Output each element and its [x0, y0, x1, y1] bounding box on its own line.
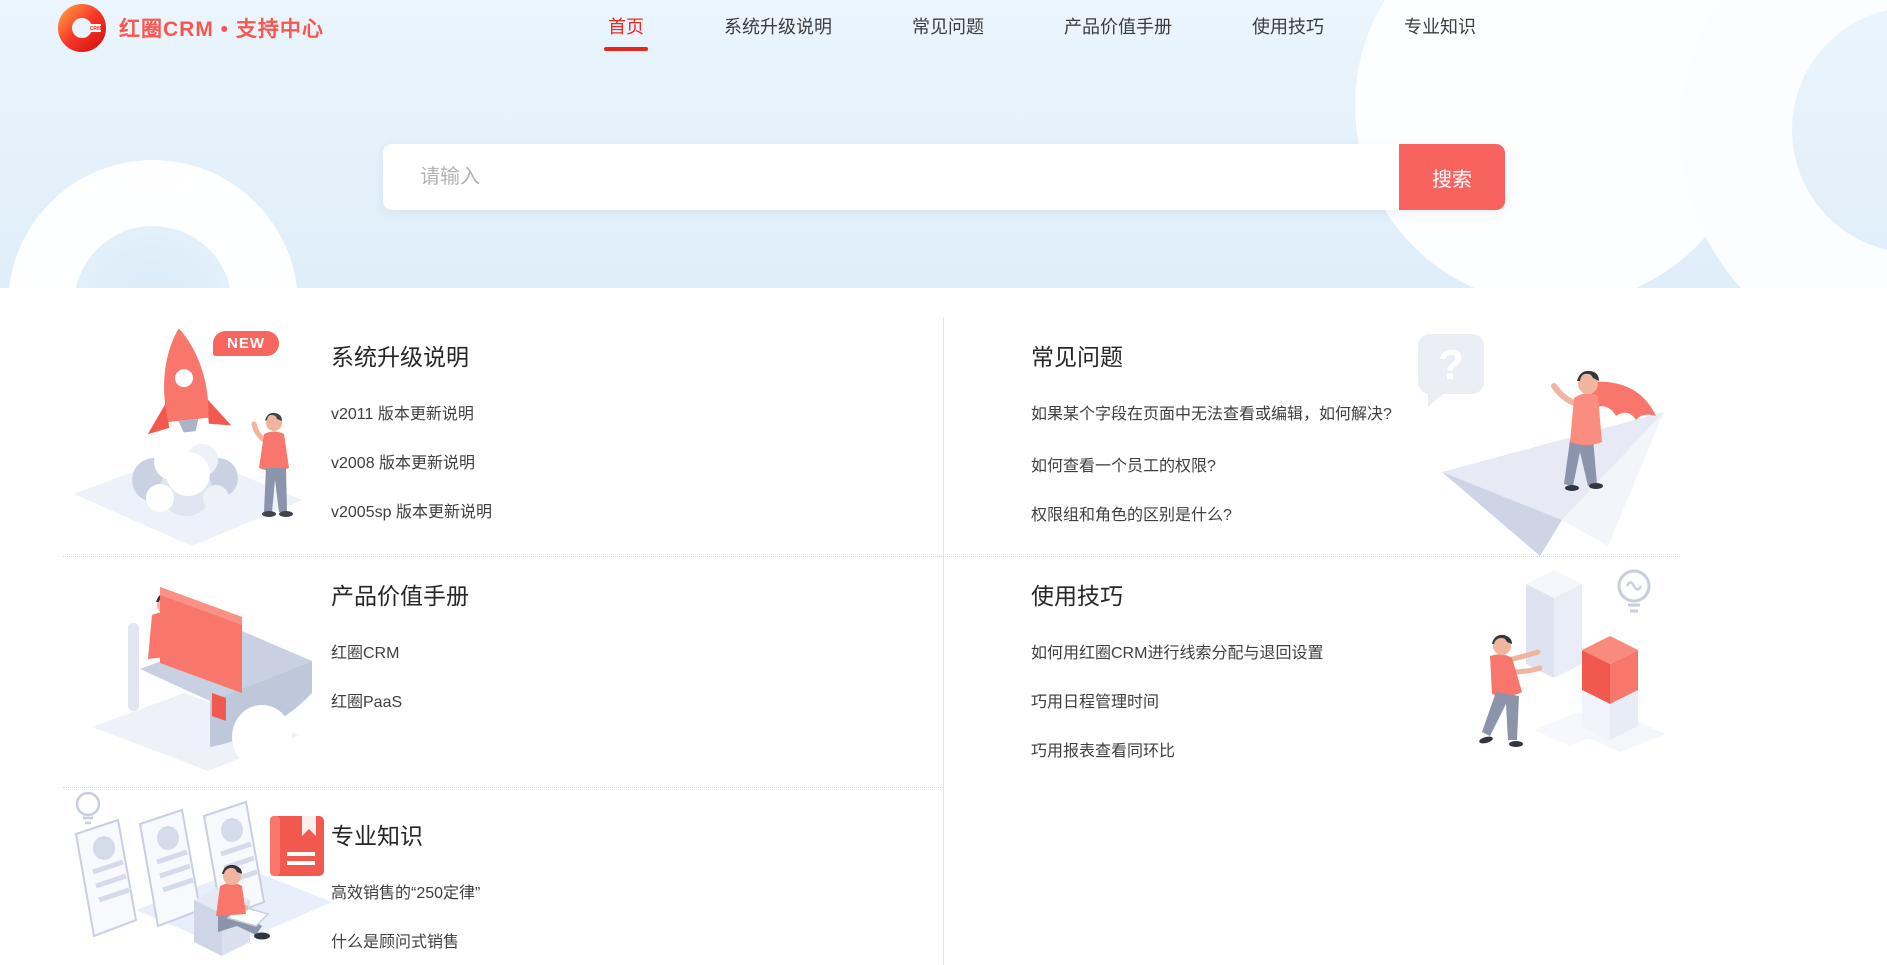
article-link[interactable]: v2011 版本更新说明	[331, 404, 871, 426]
row-divider	[63, 787, 943, 788]
svg-text:?: ?	[1438, 341, 1464, 388]
article-link[interactable]: 红圈PaaS	[331, 692, 871, 714]
section-title: 专业知识	[331, 820, 871, 852]
article-link[interactable]: 权限组和角色的区别是什么?	[1031, 505, 1423, 527]
section-title: 系统升级说明	[331, 341, 871, 373]
red-ring-logo-icon: CRM	[57, 3, 107, 53]
nav-item-system-upgrade[interactable]: 系统升级说明	[724, 0, 832, 56]
main-nav: 首页 系统升级说明 常见问题 产品价值手册 使用技巧 专业知识	[608, 0, 1476, 56]
section-faq: 常见问题 如果某个字段在页面中无法查看或编辑，如何解决? 如何查看一个员工的权限…	[1031, 341, 1423, 554]
article-link[interactable]: 红圈CRM	[331, 643, 871, 665]
rocket-launch-illustration	[68, 322, 312, 548]
support-center-page: CRM 红圈CRM • 支持中心 首页 系统升级说明 常见问题 产品价值手册 使…	[0, 0, 1887, 965]
svg-text:CRM: CRM	[90, 26, 101, 32]
nav-item-knowledge[interactable]: 专业知识	[1404, 0, 1476, 56]
article-link[interactable]: 高效销售的“250定律”	[331, 883, 871, 905]
section-title: 常见问题	[1031, 341, 1423, 373]
search-input[interactable]	[383, 144, 1399, 210]
paper-plane-hero-illustration: ?	[1412, 320, 1670, 558]
decorative-ring	[8, 160, 298, 288]
section-product-value: 产品价值手册 红圈CRM 红圈PaaS	[331, 580, 871, 741]
section-knowledge: 专业知识 高效销售的“250定律” 什么是顾问式销售	[331, 820, 871, 965]
nav-item-faq[interactable]: 常见问题	[912, 0, 984, 56]
article-link[interactable]: 什么是顾问式销售	[331, 932, 871, 954]
nav-item-product-value[interactable]: 产品价值手册	[1064, 0, 1172, 56]
article-link[interactable]: 如果某个字段在页面中无法查看或编辑，如何解决?	[1031, 404, 1423, 426]
hero-banner: CRM 红圈CRM • 支持中心 首页 系统升级说明 常见问题 产品价值手册 使…	[0, 0, 1887, 288]
search-bar: 搜索	[383, 144, 1505, 210]
section-system-upgrade: 系统升级说明 v2011 版本更新说明 v2008 版本更新说明 v2005sp…	[331, 341, 871, 551]
section-title: 产品价值手册	[331, 580, 871, 612]
article-link[interactable]: v2008 版本更新说明	[331, 453, 871, 475]
new-badge: NEW	[213, 331, 279, 356]
search-button[interactable]: 搜索	[1399, 144, 1505, 210]
decorative-ring	[1680, 0, 1887, 288]
brand-logo[interactable]: CRM 红圈CRM • 支持中心	[57, 3, 324, 53]
knowledge-cards-illustration	[66, 790, 332, 965]
article-link[interactable]: v2005sp 版本更新说明	[331, 502, 871, 524]
brand-title: 红圈CRM • 支持中心	[119, 13, 324, 43]
active-nav-underline	[604, 47, 648, 51]
workstation-illustration	[92, 575, 317, 773]
article-link[interactable]: 如何查看一个员工的权限?	[1031, 456, 1423, 478]
column-divider	[943, 317, 944, 965]
content-area: NEW 系统升级说明 v2011 版本更新说明 v2008 版本更新说明 v20…	[0, 288, 1887, 965]
nav-item-tips[interactable]: 使用技巧	[1252, 0, 1324, 56]
building-blocks-illustration	[1438, 560, 1666, 762]
red-book-icon	[270, 816, 324, 876]
nav-item-home[interactable]: 首页	[608, 0, 644, 56]
